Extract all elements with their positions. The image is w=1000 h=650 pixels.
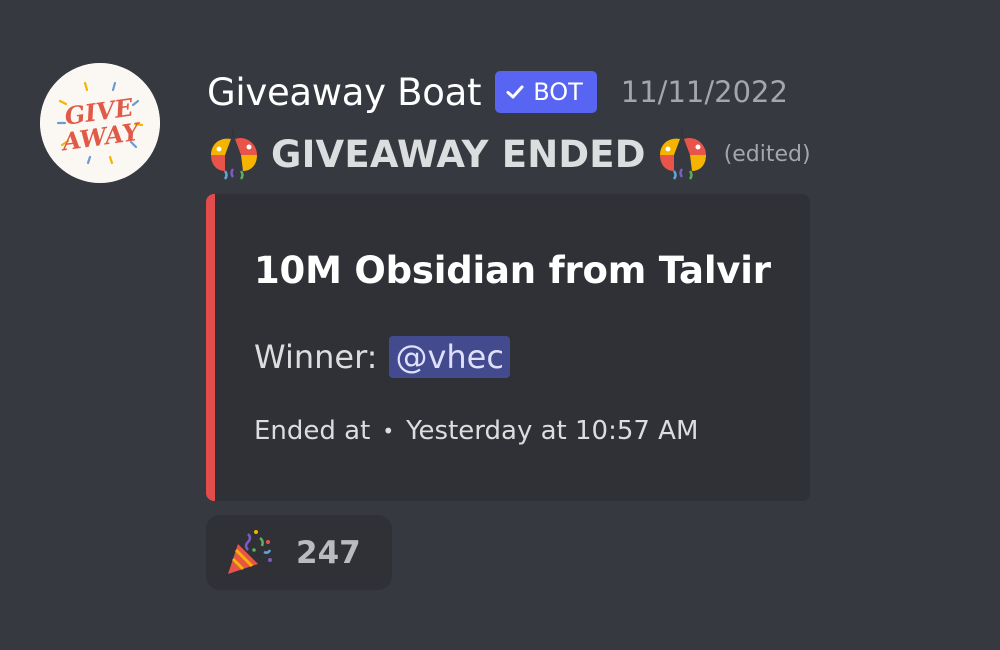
tada-celebration-icon <box>205 125 263 183</box>
chat-message: GIVE AWAY Giveaway Boat BOT 11/11/2022 G… <box>0 0 1000 650</box>
embed-footer: Ended at • Yesterday at 10:57 AM <box>254 411 698 451</box>
tada-celebration-icon <box>654 125 712 183</box>
ended-time: Yesterday at 10:57 AM <box>406 416 699 446</box>
message-content: GIVEAWAY ENDED (edited) <box>205 124 811 184</box>
edited-indicator: (edited) <box>723 141 811 167</box>
bot-tag-label: BOT <box>533 78 583 106</box>
bot-tag: BOT <box>495 71 597 113</box>
embed-winner-line: Winner: @vhec <box>254 332 510 382</box>
reaction-count: 247 <box>296 534 361 571</box>
message-timestamp[interactable]: 11/11/2022 <box>621 75 788 109</box>
ended-label: Ended at <box>254 416 371 446</box>
embed-title: 10M Obsidian from Talvir <box>254 249 771 292</box>
giveaway-logo-icon: GIVE AWAY <box>40 63 160 183</box>
check-icon <box>505 82 525 102</box>
username[interactable]: Giveaway Boat <box>207 71 481 114</box>
avatar[interactable]: GIVE AWAY <box>40 63 160 183</box>
giveaway-ended-text: GIVEAWAY ENDED <box>271 132 646 176</box>
embed-accent-bar <box>206 194 215 501</box>
reaction-button[interactable]: 247 <box>206 515 392 590</box>
winner-mention[interactable]: @vhec <box>389 336 510 378</box>
party-popper-icon <box>224 528 274 578</box>
winner-label: Winner: <box>254 338 378 376</box>
message-header: Giveaway Boat BOT 11/11/2022 <box>207 66 788 118</box>
giveaway-embed: 10M Obsidian from Talvir Winner: @vhec E… <box>206 194 810 501</box>
separator-dot: • <box>382 419 395 443</box>
